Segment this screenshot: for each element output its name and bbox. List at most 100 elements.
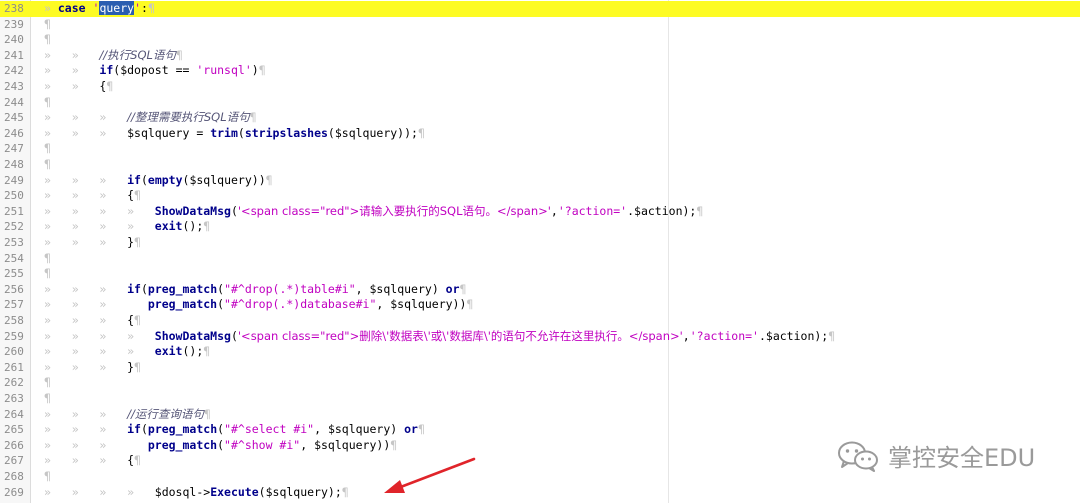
code-token: (	[258, 484, 266, 499]
line-number: 255	[4, 267, 24, 281]
code-token: » » »	[44, 110, 128, 125]
code-line[interactable]: 261 » » » }¶	[0, 360, 1080, 376]
code-token: ,	[300, 437, 315, 452]
code-token: $sqlquery	[265, 484, 328, 499]
code-line[interactable]: 254 ¶	[0, 251, 1080, 267]
code-token: )	[431, 281, 446, 296]
code-line[interactable]: 249» » » if(empty($sqlquery))¶	[0, 173, 1080, 189]
code-token: ();	[182, 219, 204, 234]
line-number: 239	[4, 17, 24, 31]
code-token: $dopost	[120, 63, 169, 78]
code-token: » » » »	[44, 203, 155, 218]
code-token: ,	[550, 203, 558, 218]
code-line[interactable]: 258 » » » {¶	[0, 313, 1080, 329]
code-token: (	[230, 203, 238, 218]
code-line[interactable]: 242 » » if($dopost == 'runsql')¶	[0, 63, 1080, 79]
line-number: 261	[4, 360, 24, 374]
code-token: 'runsql'	[196, 63, 252, 78]
line-number: 250	[4, 189, 24, 203]
code-line[interactable]: 241 » » //执行SQL语句¶	[0, 48, 1080, 64]
code-token: ¶	[44, 32, 51, 47]
code-token: ));	[397, 125, 418, 140]
code-token: '?action='	[689, 328, 759, 343]
code-token: }	[127, 235, 135, 249]
code-line[interactable]: 252 » » » » exit();¶	[0, 219, 1080, 235]
code-token: "#^drop(.*)database#i"	[224, 297, 377, 312]
code-token: "#^select #i"	[224, 422, 315, 437]
code-token: » »	[44, 47, 100, 62]
code-token: ¶	[44, 469, 51, 483]
code-token: (	[140, 172, 148, 187]
code-token: trim	[210, 125, 238, 140]
code-token: ¶	[417, 125, 425, 140]
code-token: preg_match	[147, 437, 218, 452]
code-token: or	[404, 422, 418, 437]
code-line[interactable]: 245 » » » //整理需要执行SQL语句¶	[0, 110, 1080, 126]
code-token: (	[140, 281, 148, 296]
code-token: » » » »	[44, 344, 155, 359]
code-token: ¶	[44, 250, 51, 265]
line-number: 269	[4, 485, 24, 499]
code-line[interactable]: 269 » » » » $dosql->Execute($sqlquery);¶	[0, 485, 1080, 501]
line-number: 254	[4, 251, 24, 265]
line-number: 264	[4, 407, 24, 421]
code-line[interactable]: 264 » » » //运行查询语句¶	[0, 407, 1080, 423]
code-token: » » »	[44, 453, 128, 468]
code-text: » » » //整理需要执行SQL语句¶	[44, 110, 257, 126]
code-token: » » » »	[44, 219, 155, 234]
code-line[interactable]: 244 ¶	[0, 95, 1080, 111]
code-token: ¶	[134, 313, 141, 327]
line-number: 266	[4, 438, 24, 452]
code-token: » »	[44, 63, 100, 78]
code-token: ¶	[390, 437, 398, 452]
code-token: $sqlquery	[369, 281, 432, 296]
code-text: ¶	[44, 469, 51, 485]
code-token: //执行SQL语句	[99, 47, 176, 62]
code-line[interactable]: 257 » » » preg_match("#^drop(.*)database#…	[0, 297, 1080, 313]
code-token: ))	[251, 172, 266, 187]
code-token: » » »	[44, 297, 148, 312]
code-line[interactable]: 253 » » » }¶	[0, 235, 1080, 251]
code-token: (	[327, 125, 335, 140]
code-token: or	[445, 281, 460, 296]
code-line[interactable]: 259 » » » » ShowDataMsg('<span class="red…	[0, 329, 1080, 345]
code-token: ¶	[466, 297, 474, 312]
line-number: 253	[4, 236, 24, 249]
code-text: ¶	[44, 266, 51, 282]
code-token: ,	[314, 422, 328, 437]
code-line[interactable]: 260 » » » » exit();¶	[0, 344, 1080, 360]
code-token: ¶	[258, 63, 266, 78]
code-token: "#^show #i"	[224, 437, 301, 452]
code-token: );	[327, 484, 342, 499]
code-line[interactable]: 250 » » » {¶	[0, 188, 1080, 204]
code-token: ¶	[134, 188, 141, 203]
code-line[interactable]: 243 » » {¶	[0, 79, 1080, 95]
code-token: ¶	[147, 1, 155, 15]
code-token: » » »	[44, 125, 128, 140]
code-token: » » »	[44, 235, 128, 249]
code-line[interactable]: 262 ¶	[0, 375, 1080, 391]
code-token: //运行查询语句	[127, 406, 204, 421]
code-line[interactable]: 255 ¶	[0, 266, 1080, 282]
code-line[interactable]: 239 ¶	[0, 17, 1080, 33]
code-line[interactable]: 265» » » if(preg_match("#^select #i", $s…	[0, 422, 1080, 438]
code-line-current[interactable]: 238 » case 'query':¶	[0, 1, 1080, 17]
code-text: » » » » ShowDataMsg('<span class="red">请…	[44, 204, 703, 220]
code-line[interactable]: 248 ¶	[0, 157, 1080, 173]
code-token: Execute	[210, 484, 259, 499]
code-line[interactable]: 251 » » » » ShowDataMsg('<span class="red…	[0, 204, 1080, 220]
code-token: ¶	[134, 453, 141, 468]
code-token: {	[127, 313, 135, 327]
code-text: » » //执行SQL语句¶	[44, 48, 183, 64]
code-line[interactable]: 247 ¶	[0, 141, 1080, 157]
code-editor[interactable]: 238 » case 'query':¶ 239 ¶ 240 ¶ 241 » » //执行SQ…	[0, 0, 1080, 503]
code-line[interactable]: 246» » » $sqlquery = trim(stripslashes($…	[0, 126, 1080, 142]
code-line[interactable]: 256» » » if(preg_match("#^drop(.*)table#…	[0, 282, 1080, 298]
code-token: » » »	[44, 313, 128, 327]
line-number: 249	[4, 173, 24, 187]
code-line[interactable]: 263 ¶	[0, 391, 1080, 407]
code-text: » » » » exit();¶	[44, 219, 210, 235]
code-line[interactable]: 240 ¶	[0, 32, 1080, 48]
code-token: ))	[376, 437, 391, 452]
code-token: ¶	[44, 94, 51, 109]
